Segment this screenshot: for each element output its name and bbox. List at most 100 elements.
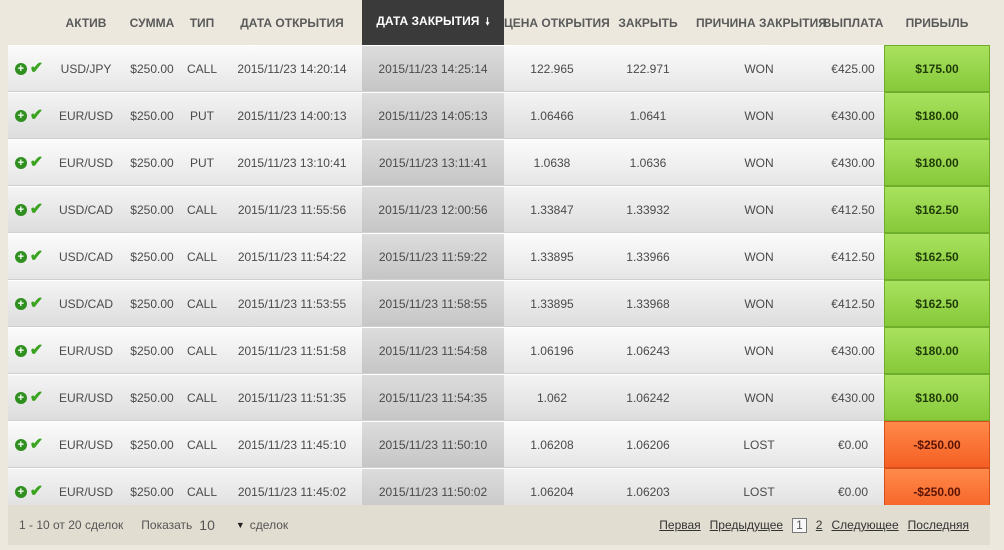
cell-payout: €430.00 (822, 374, 884, 421)
cell-amount: $250.00 (122, 92, 182, 139)
plus-circle-icon[interactable]: + (14, 391, 27, 404)
cell-asset: EUR/USD (50, 421, 122, 468)
cell-open-price: 122.965 (504, 45, 600, 92)
cell-profit: $175.00 (884, 45, 990, 92)
table-row[interactable]: + ✔ EUR/USD $250.00 CALL 2015/11/23 11:51:35 2… (8, 374, 990, 421)
header-close-date[interactable]: ДАТА ЗАКРЫТИЯ 🠗 (362, 0, 504, 45)
checkmark-icon: ✔ (29, 482, 44, 500)
cell-close-price: 1.06206 (600, 421, 696, 468)
cell-close-price: 1.06243 (600, 327, 696, 374)
header-close-price[interactable]: ЗАКРЫТЬ (600, 0, 696, 45)
plus-circle-icon[interactable]: + (14, 250, 27, 263)
row-actions: + ✔ (8, 139, 50, 186)
cell-amount: $250.00 (122, 139, 182, 186)
page-size-label: Показать (141, 518, 193, 532)
cell-reason: LOST (696, 421, 822, 468)
cell-close-price: 1.0641 (600, 92, 696, 139)
cell-asset: EUR/USD (50, 327, 122, 374)
cell-open-date: 2015/11/23 11:54:22 (222, 233, 362, 280)
cell-open-date: 2015/11/23 14:20:14 (222, 45, 362, 92)
table-row[interactable]: + ✔ EUR/USD $250.00 PUT 2015/11/23 14:00:13 20… (8, 92, 990, 139)
pagination: Первая Предыдущее 1 2 Следующее Последня… (659, 517, 969, 533)
table-row[interactable]: + ✔ USD/CAD $250.00 CALL 2015/11/23 11:55:56 2… (8, 186, 990, 233)
cell-asset: EUR/USD (50, 139, 122, 186)
cell-close-price: 1.33968 (600, 280, 696, 327)
cell-close-date: 2015/11/23 11:59:22 (362, 233, 504, 280)
cell-reason: WON (696, 233, 822, 280)
header-open-date[interactable]: ДАТА ОТКРЫТИЯ (222, 0, 362, 45)
cell-reason: WON (696, 139, 822, 186)
cell-close-date: 2015/11/23 14:05:13 (362, 92, 504, 139)
next-page-link[interactable]: Следующее (831, 518, 898, 532)
header-asset[interactable]: АКТИВ (50, 0, 122, 45)
page-1-current[interactable]: 1 (792, 517, 807, 533)
cell-type: CALL (182, 421, 222, 468)
header-open-price[interactable]: ЦЕНА ОТКРЫТИЯ (504, 0, 610, 45)
header-payout[interactable]: ВЫПЛАТА (822, 0, 884, 45)
cell-open-price: 1.06208 (504, 421, 600, 468)
first-page-link[interactable]: Первая (659, 518, 700, 532)
checkmark-icon: ✔ (29, 247, 44, 265)
header-close-date-label: ДАТА ЗАКРЫТИЯ (376, 13, 480, 28)
cell-payout: €425.00 (822, 45, 884, 92)
cell-reason: WON (696, 374, 822, 421)
plus-circle-icon[interactable]: + (14, 203, 27, 216)
page-size-suffix: сделок (249, 518, 289, 532)
plus-circle-icon[interactable]: + (14, 438, 27, 451)
cell-payout: €412.50 (822, 280, 884, 327)
cell-type: CALL (182, 233, 222, 280)
checkmark-icon: ✔ (29, 200, 44, 218)
header-reason[interactable]: ПРИЧИНА ЗАКРЫТИЯ (696, 0, 827, 45)
arrow-down-icon: 🠗 (485, 16, 490, 28)
cell-open-price: 1.33895 (504, 233, 600, 280)
page-size-select[interactable]: 10 (199, 517, 215, 533)
cell-type: CALL (182, 374, 222, 421)
cell-asset: EUR/USD (50, 374, 122, 421)
checkmark-icon: ✔ (29, 59, 44, 77)
header-amount[interactable]: СУММА (122, 0, 182, 45)
cell-reason: WON (696, 327, 822, 374)
plus-circle-icon[interactable]: + (14, 344, 27, 357)
plus-circle-icon[interactable]: + (14, 109, 27, 122)
cell-close-date: 2015/11/23 14:25:14 (362, 45, 504, 92)
row-actions: + ✔ (8, 374, 50, 421)
table-row[interactable]: + ✔ USD/JPY $250.00 CALL 2015/11/23 14:20:14 2… (8, 45, 990, 92)
checkmark-icon: ✔ (29, 153, 44, 171)
table-body: + ✔ USD/JPY $250.00 CALL 2015/11/23 14:20:14 2… (8, 45, 990, 515)
table-row[interactable]: + ✔ EUR/USD $250.00 CALL 2015/11/23 11:45:10 2… (8, 421, 990, 468)
cell-amount: $250.00 (122, 45, 182, 92)
cell-profit: $162.50 (884, 186, 990, 233)
page-2-link[interactable]: 2 (816, 518, 823, 532)
plus-circle-icon[interactable]: + (14, 62, 27, 75)
row-actions: + ✔ (8, 92, 50, 139)
cell-payout: €0.00 (822, 421, 884, 468)
table-row[interactable]: + ✔ EUR/USD $250.00 CALL 2015/11/23 11:51:58 2… (8, 327, 990, 374)
table-row[interactable]: + ✔ USD/CAD $250.00 CALL 2015/11/23 11:53:55 2… (8, 280, 990, 327)
prev-page-link[interactable]: Предыдущее (710, 518, 783, 532)
plus-circle-icon[interactable]: + (14, 156, 27, 169)
header-type[interactable]: ТИП (182, 0, 222, 45)
cell-type: PUT (182, 92, 222, 139)
checkmark-icon: ✔ (29, 106, 44, 124)
cell-close-date: 2015/11/23 11:54:35 (362, 374, 504, 421)
plus-circle-icon[interactable]: + (14, 297, 27, 310)
row-actions: + ✔ (8, 327, 50, 374)
cell-asset: USD/CAD (50, 186, 122, 233)
cell-open-date: 2015/11/23 11:51:58 (222, 327, 362, 374)
header-profit[interactable]: ПРИБЫЛЬ (884, 0, 990, 45)
cell-open-price: 1.33847 (504, 186, 600, 233)
cell-open-price: 1.062 (504, 374, 600, 421)
cell-profit: $180.00 (884, 374, 990, 421)
cell-close-price: 1.06242 (600, 374, 696, 421)
cell-reason: WON (696, 45, 822, 92)
table-row[interactable]: + ✔ EUR/USD $250.00 PUT 2015/11/23 13:10:41 20… (8, 139, 990, 186)
cell-payout: €412.50 (822, 186, 884, 233)
cell-amount: $250.00 (122, 233, 182, 280)
plus-circle-icon[interactable]: + (14, 485, 27, 498)
dropdown-arrow-icon[interactable]: ▼ (236, 520, 245, 530)
table-row[interactable]: + ✔ USD/CAD $250.00 CALL 2015/11/23 11:54:22 2… (8, 233, 990, 280)
trades-table-container: АКТИВ СУММА ТИП ДАТА ОТКРЫТИЯ ДАТА ЗАКРЫ… (8, 0, 990, 515)
row-actions: + ✔ (8, 280, 50, 327)
last-page-link[interactable]: Последняя (908, 518, 969, 532)
cell-amount: $250.00 (122, 327, 182, 374)
